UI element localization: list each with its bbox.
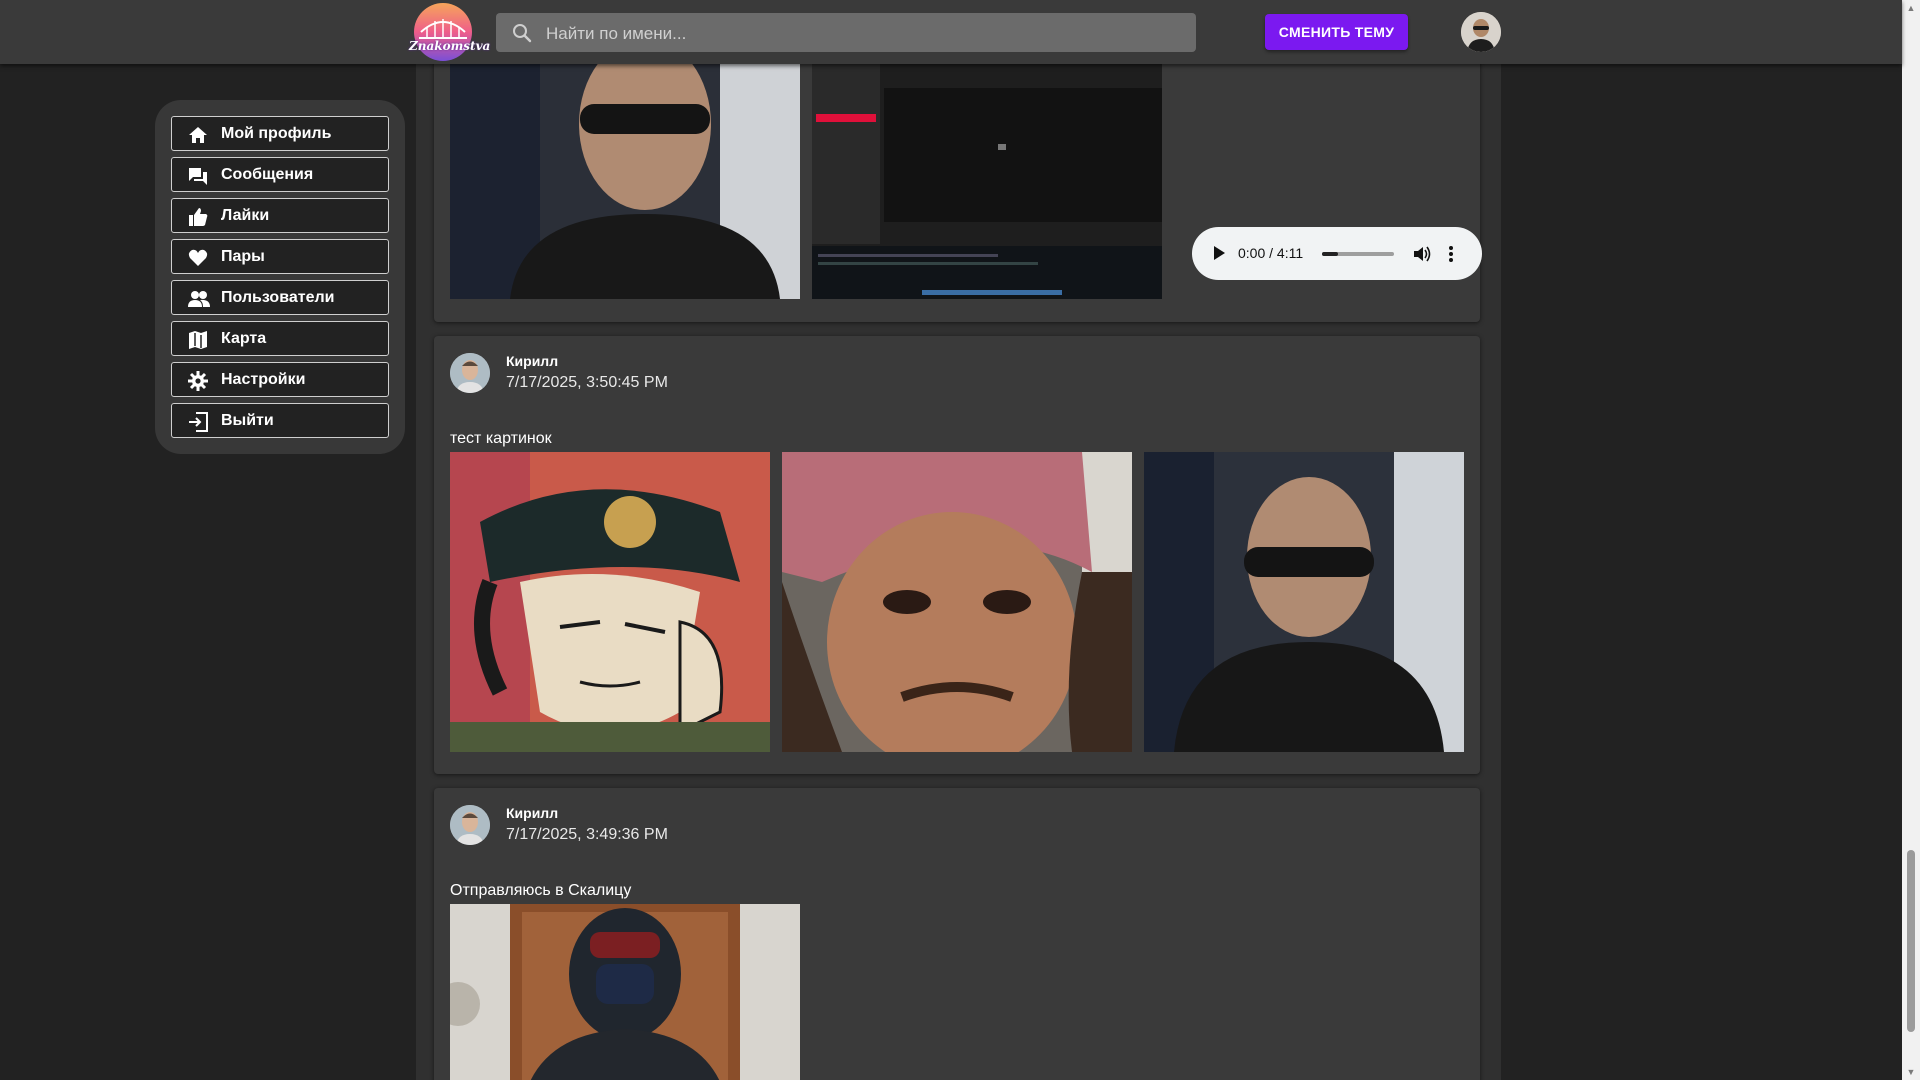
heart-icon bbox=[188, 248, 208, 268]
search-input[interactable] bbox=[544, 13, 1188, 54]
photo-pirate[interactable] bbox=[782, 452, 1132, 752]
sidebar-item-label: Пользователи bbox=[221, 289, 335, 306]
sidebar-item-label: Выйти bbox=[221, 412, 274, 429]
change-theme-button[interactable]: СМЕНИТЬ ТЕМУ bbox=[1265, 14, 1408, 50]
author-avatar[interactable] bbox=[450, 353, 490, 393]
sidebar-item-logout[interactable]: Выйти bbox=[171, 403, 389, 438]
thumb-up-icon bbox=[188, 207, 208, 227]
sidebar-item-label: Пары bbox=[221, 248, 265, 265]
post-timestamp: 7/17/2025, 3:50:45 PM bbox=[506, 374, 668, 391]
post-feed: 0:00 / 4:11 Кирилл 7/17/2025, 3:50:45 PM… bbox=[416, 64, 1501, 1080]
home-icon bbox=[188, 125, 208, 145]
post-text: Отправляюсь в Скалицу bbox=[450, 882, 632, 899]
sidebar-item-label: Мой профиль bbox=[221, 125, 332, 142]
post-text: тест картинок bbox=[450, 430, 552, 447]
map-icon bbox=[188, 330, 208, 350]
audio-player[interactable]: 0:00 / 4:11 bbox=[1192, 227, 1482, 280]
logout-icon bbox=[188, 412, 208, 432]
sidebar-item-profile[interactable]: Мой профиль bbox=[171, 116, 389, 151]
post-author: Кирилл bbox=[506, 805, 559, 821]
audio-progress-fill bbox=[1322, 252, 1338, 256]
more-options-icon[interactable] bbox=[1448, 244, 1454, 264]
post-card: Кирилл 7/17/2025, 3:49:36 PM Отправляюсь… bbox=[434, 788, 1480, 1080]
sidebar-item-map[interactable]: Карта bbox=[171, 321, 389, 356]
sidebar-item-users[interactable]: Пользователи bbox=[171, 280, 389, 315]
sidebar-item-label: Настройки bbox=[221, 371, 306, 388]
sidebar-item-label: Сообщения bbox=[221, 166, 314, 183]
photo-man-sunglasses[interactable] bbox=[1144, 452, 1464, 752]
sidebar-item-likes[interactable]: Лайки bbox=[171, 198, 389, 233]
search-icon bbox=[511, 22, 533, 44]
app-logo[interactable] bbox=[409, 2, 477, 62]
sidebar-item-settings[interactable]: Настройки bbox=[171, 362, 389, 397]
audio-progress-track[interactable] bbox=[1322, 252, 1394, 256]
page-scrollbar[interactable]: ▲ ▼ bbox=[1902, 0, 1920, 1080]
scroll-down-arrow-icon[interactable]: ▼ bbox=[1902, 1064, 1920, 1080]
post-card: Кирилл 7/17/2025, 3:50:45 PM тест картин… bbox=[434, 336, 1480, 774]
top-bar: Znakomstva СМЕНИТЬ ТЕМУ bbox=[0, 0, 1902, 64]
photo-man-sunglasses[interactable] bbox=[450, 64, 800, 299]
scroll-up-arrow-icon[interactable]: ▲ bbox=[1902, 0, 1920, 16]
search-bar bbox=[496, 13, 1196, 54]
photo-person-in-hood[interactable] bbox=[450, 904, 800, 1080]
volume-icon[interactable] bbox=[1413, 245, 1431, 263]
sidebar-item-label: Лайки bbox=[221, 207, 270, 224]
gear-icon bbox=[188, 371, 208, 391]
logo-text: Znakomstva bbox=[409, 39, 491, 53]
photo-screenshot[interactable] bbox=[812, 64, 1162, 299]
sidebar-item-messages[interactable]: Сообщения bbox=[171, 157, 389, 192]
sidebar-nav: Мой профиль Сообщения Лайки Пары Пользов… bbox=[155, 100, 405, 454]
user-avatar[interactable] bbox=[1461, 12, 1501, 52]
audio-time: 0:00 / 4:11 bbox=[1238, 245, 1304, 261]
sidebar-item-label: Карта bbox=[221, 330, 267, 347]
post-author: Кирилл bbox=[506, 353, 559, 369]
post-timestamp: 7/17/2025, 3:49:36 PM bbox=[506, 826, 668, 843]
scroll-thumb[interactable] bbox=[1907, 850, 1915, 1032]
messages-icon bbox=[188, 166, 208, 186]
sidebar-item-matches[interactable]: Пары bbox=[171, 239, 389, 274]
post-card: 0:00 / 4:11 bbox=[434, 64, 1482, 322]
play-icon[interactable] bbox=[1212, 245, 1226, 261]
photo-anime-character[interactable] bbox=[450, 452, 770, 752]
people-icon bbox=[188, 289, 210, 309]
author-avatar[interactable] bbox=[450, 805, 490, 845]
